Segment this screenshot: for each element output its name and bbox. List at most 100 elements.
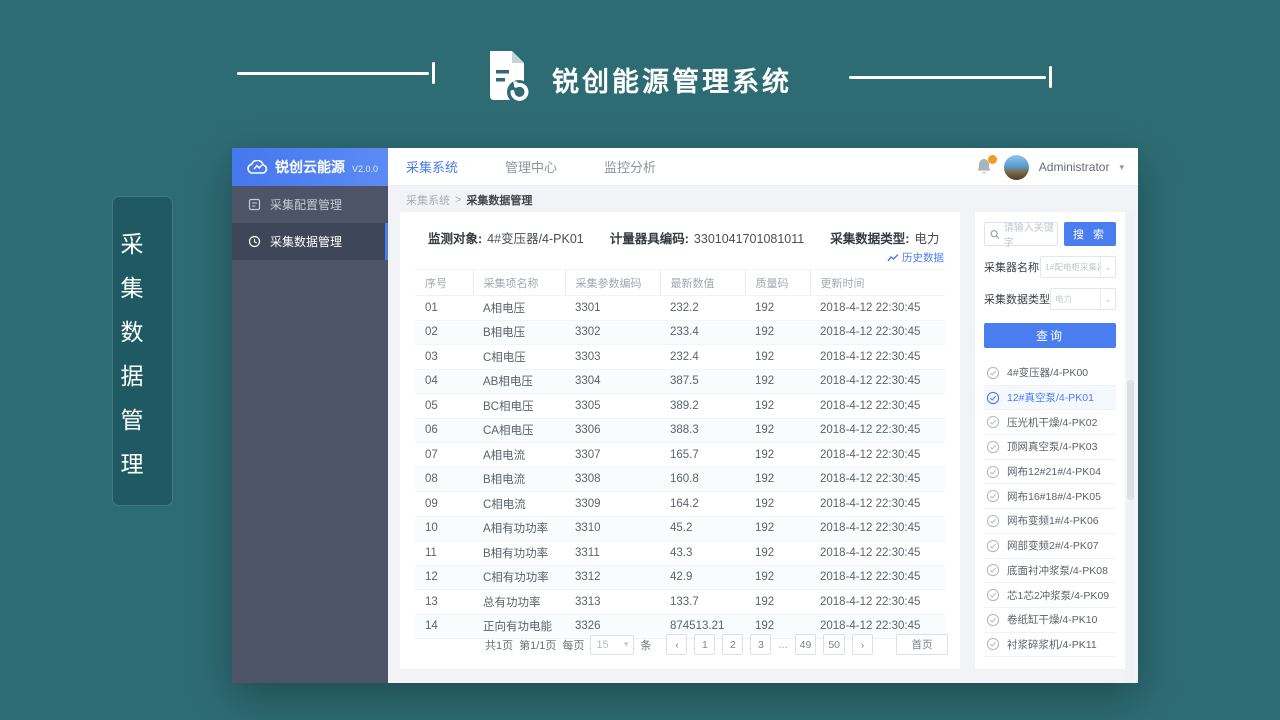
page-button-49[interactable]: 49 — [795, 634, 817, 655]
page-ellipsis: ... — [778, 639, 787, 651]
table-cell: 11 — [415, 541, 473, 566]
table-cell: 2018-4-12 22:30:45 — [810, 516, 945, 541]
table-cell: B相有功功率 — [473, 541, 565, 566]
select-caret-icon: ⌄ — [1100, 289, 1115, 309]
table-cell: A相电流 — [473, 443, 565, 468]
header-divider-right — [849, 76, 1046, 79]
table-cell: 192 — [745, 516, 810, 541]
device-item[interactable]: 网布12#21#/4-PK04 — [984, 460, 1116, 485]
table-row: 01A相电压3301232.21922018-4-12 22:30:45 — [415, 296, 945, 321]
next-page-button[interactable]: › — [852, 634, 873, 655]
table-cell: BC相电压 — [473, 394, 565, 419]
history-data-link[interactable]: 历史数据 — [887, 250, 944, 265]
breadcrumb: 采集系统 > 采集数据管理 — [388, 186, 1138, 214]
pagination-unit: 条 — [640, 637, 651, 653]
device-label: 网布16#18#/4-PK05 — [1007, 489, 1101, 504]
device-item[interactable]: 衬浆碎浆机/4-PK11 — [984, 633, 1116, 658]
table-cell: A相电压 — [473, 296, 565, 321]
table-row: 07A相电流3307165.71922018-4-12 22:30:45 — [415, 443, 945, 468]
monitor-object-value: 4#变压器/4-PK01 — [487, 232, 584, 246]
table-cell: 3304 — [565, 369, 660, 394]
table-cell: 3309 — [565, 492, 660, 517]
first-page-button[interactable]: 首页 — [896, 634, 948, 655]
device-item[interactable]: 顶网真空泵/4-PK03 — [984, 435, 1116, 460]
device-item[interactable]: 4#变压器/4-PK00 — [984, 361, 1116, 386]
vertical-scrollbar[interactable] — [1127, 214, 1134, 683]
app-window: 锐创云能源 V2.0.0 采集配置管理 采集数据管理 采集系统管理中心监控分析 — [232, 148, 1138, 683]
check-circle-icon — [986, 440, 1000, 454]
user-menu-caret-icon[interactable]: ▾ — [1119, 162, 1124, 173]
table-cell: 09 — [415, 492, 473, 517]
table-cell: 3308 — [565, 467, 660, 492]
table-cell: 42.9 — [660, 565, 745, 590]
pagination-current: 第1/1页 — [519, 637, 556, 653]
table-cell: 2018-4-12 22:30:45 — [810, 320, 945, 345]
table-cell: 2018-4-12 22:30:45 — [810, 590, 945, 615]
user-avatar[interactable] — [1004, 155, 1029, 180]
table-row: 10A相有功功率331045.21922018-4-12 22:30:45 — [415, 516, 945, 541]
device-item[interactable]: 网部变频2#/4-PK07 — [984, 534, 1116, 559]
topbar: 采集系统管理中心监控分析 Administrator ▾ — [388, 148, 1138, 186]
notifications-bell-icon[interactable] — [976, 157, 994, 177]
table-cell: 133.7 — [660, 590, 745, 615]
table-cell: 192 — [745, 394, 810, 419]
table-cell: 13 — [415, 590, 473, 615]
page-button-2[interactable]: 2 — [722, 634, 743, 655]
notification-badge — [988, 155, 997, 164]
device-item[interactable]: 网布变频1#/4-PK06 — [984, 509, 1116, 534]
query-button[interactable]: 查询 — [984, 323, 1116, 348]
filter-panel: 请输入关键字 搜 索 采集器名称 1#配电柜采集器 ⌄ 采集数据类型 电力 ⌄ … — [975, 212, 1125, 669]
per-page-select[interactable]: 15 ▾ — [590, 635, 634, 655]
prev-page-button[interactable]: ‹ — [666, 634, 687, 655]
page-button-3[interactable]: 3 — [750, 634, 771, 655]
search-button[interactable]: 搜 索 — [1064, 222, 1116, 246]
nav-tab-监控分析[interactable]: 监控分析 — [604, 157, 656, 176]
device-item[interactable]: 压光机干燥/4-PK02 — [984, 410, 1116, 435]
table-cell: 3312 — [565, 565, 660, 590]
table-cell: B相电流 — [473, 467, 565, 492]
meter-code-value: 3301041701081011 — [694, 232, 804, 246]
nav-tab-管理中心[interactable]: 管理中心 — [505, 157, 557, 176]
collector-select[interactable]: 1#配电柜采集器 ⌄ — [1040, 256, 1116, 278]
table-cell: 07 — [415, 443, 473, 468]
monitor-info-row: 监测对象:4#变压器/4-PK01 计量器具编码:330104170108101… — [400, 212, 960, 247]
page-button-1[interactable]: 1 — [694, 634, 715, 655]
nav-tab-采集系统[interactable]: 采集系统 — [406, 157, 458, 176]
cloud-icon — [246, 160, 268, 174]
side-vertical-tab: 采集数据管理 — [112, 196, 173, 506]
table-cell: 3307 — [565, 443, 660, 468]
table-cell: 3302 — [565, 320, 660, 345]
sidebar-item-collect-data[interactable]: 采集数据管理 — [232, 223, 388, 260]
table-cell: 2018-4-12 22:30:45 — [810, 443, 945, 468]
device-label: 顶网真空泵/4-PK03 — [1007, 439, 1097, 454]
table-row: 09C相电流3309164.21922018-4-12 22:30:45 — [415, 492, 945, 517]
table-cell: 192 — [745, 590, 810, 615]
scrollbar-thumb[interactable] — [1127, 380, 1134, 500]
table-cell: 3305 — [565, 394, 660, 419]
table-row: 05BC相电压3305389.21922018-4-12 22:30:45 — [415, 394, 945, 419]
table-cell: 387.5 — [660, 369, 745, 394]
table-cell: A相有功功率 — [473, 516, 565, 541]
device-item[interactable]: 12#真空泵/4-PK01 — [984, 386, 1116, 411]
table-cell: C相电流 — [473, 492, 565, 517]
table-cell: C相有功功率 — [473, 565, 565, 590]
device-item[interactable]: 底面衬冲浆泵/4-PK08 — [984, 559, 1116, 584]
sidebar-item-collect-config[interactable]: 采集配置管理 — [232, 186, 388, 223]
header-divider-right-tick — [1049, 66, 1052, 88]
table-cell: 3313 — [565, 590, 660, 615]
data-type-select[interactable]: 电力 ⌄ — [1050, 288, 1116, 310]
device-item[interactable]: 网布16#18#/4-PK05 — [984, 484, 1116, 509]
table-row: 04AB相电压3304387.51922018-4-12 22:30:45 — [415, 369, 945, 394]
device-item[interactable]: 卷纸缸干燥/4-PK10 — [984, 608, 1116, 633]
check-circle-icon — [986, 588, 1000, 602]
column-header: 序号 — [415, 270, 473, 296]
search-input[interactable]: 请输入关键字 — [984, 222, 1058, 246]
device-item[interactable]: 芯1芯2冲浆泵/4-PK09 — [984, 583, 1116, 608]
check-circle-icon — [986, 613, 1000, 627]
breadcrumb-parent[interactable]: 采集系统 — [406, 192, 450, 208]
device-label: 12#真空泵/4-PK01 — [1007, 390, 1094, 405]
table-cell: 192 — [745, 443, 810, 468]
device-label: 4#变压器/4-PK00 — [1007, 365, 1088, 380]
page-button-50[interactable]: 50 — [823, 634, 845, 655]
table-cell: 01 — [415, 296, 473, 321]
